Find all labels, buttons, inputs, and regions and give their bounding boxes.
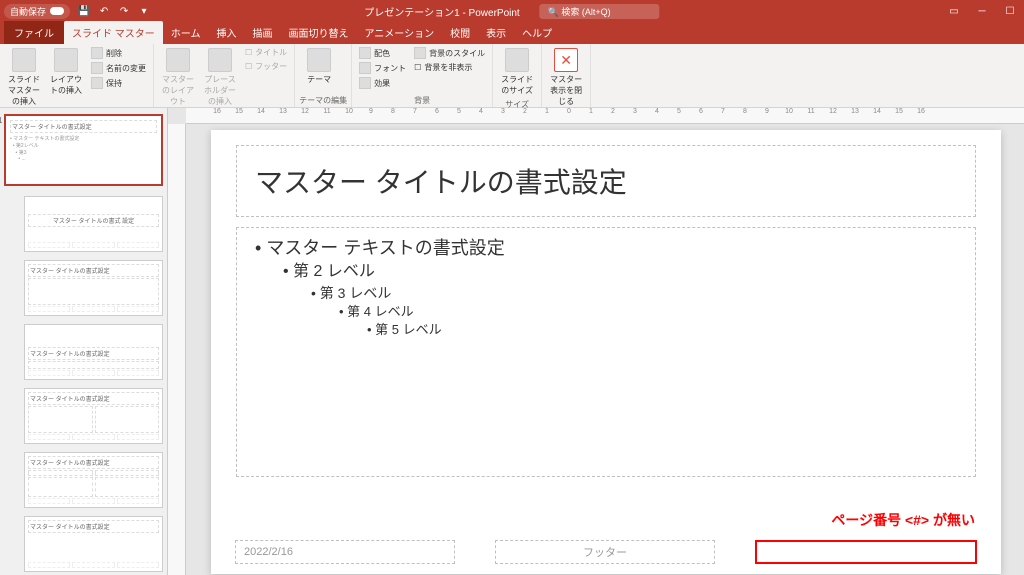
insert-layout-button[interactable]: レイアウトの挿入 xyxy=(46,46,86,98)
undo-icon[interactable]: ↶ xyxy=(96,3,112,19)
autosave-label: 自動保存 xyxy=(10,5,46,18)
effects-icon xyxy=(359,77,371,89)
thumb-layout-two-content[interactable]: マスター タイトルの書式設定 xyxy=(24,388,163,444)
search-placeholder: 検索 (Alt+Q) xyxy=(561,7,610,17)
tab-view[interactable]: 表示 xyxy=(478,21,514,44)
group-label-theme: テーマの編集 xyxy=(299,94,347,107)
rename-button[interactable]: 名前の変更 xyxy=(88,61,149,75)
tab-transitions[interactable]: 画面切り替え xyxy=(280,21,356,44)
effects-button[interactable]: 効果 xyxy=(356,76,409,90)
body-level-4: 第 4 レベル xyxy=(339,303,957,321)
themes-button[interactable]: テーマ xyxy=(299,46,339,87)
rename-icon xyxy=(91,62,103,74)
body-level-5: 第 5 レベル xyxy=(367,321,957,339)
body-level-1: マスター テキストの書式設定 xyxy=(255,236,957,261)
fonts-button[interactable]: フォント xyxy=(356,61,409,75)
minimize-icon[interactable]: ─ xyxy=(972,6,992,17)
bg-styles-icon xyxy=(414,47,426,59)
title-bar: 自動保存 💾 ↶ ↷ ▾ プレゼンテーション1 - PowerPoint 🔍 検… xyxy=(0,0,1024,22)
ribbon-display-icon[interactable]: ▭ xyxy=(944,6,964,17)
thumb-layout-title-slide[interactable]: マスター タイトルの書式 設定 xyxy=(24,196,163,252)
master-title-placeholder[interactable]: マスター タイトルの書式設定 xyxy=(236,145,976,217)
fonts-icon xyxy=(359,62,371,74)
title-checkbox: ☐ タイトル xyxy=(242,46,290,59)
page-number-placeholder[interactable] xyxy=(755,540,977,564)
delete-icon xyxy=(91,47,103,59)
slide-size-button[interactable]: スライドのサイズ xyxy=(497,46,537,98)
redo-icon[interactable]: ↷ xyxy=(116,3,132,19)
colors-button[interactable]: 配色 xyxy=(356,46,409,60)
footer-placeholder[interactable]: フッター xyxy=(495,540,715,564)
preserve-button[interactable]: 保持 xyxy=(88,76,149,90)
placeholder-icon xyxy=(208,48,232,72)
layout-icon xyxy=(54,48,78,72)
master-layout-button: マスターのレイアウト xyxy=(158,46,198,109)
tab-home[interactable]: ホーム xyxy=(163,21,209,44)
thumb-layout-comparison[interactable]: マスター タイトルの書式設定 xyxy=(24,452,163,508)
search-box[interactable]: 🔍 検索 (Alt+Q) xyxy=(540,4,660,19)
hide-bg-checkbox[interactable]: ☐ 背景を非表示 xyxy=(411,61,488,74)
close-master-button[interactable]: ✕ マスター表示を閉じる xyxy=(546,46,586,109)
ribbon-group-master-layout: マスターのレイアウト プレースホルダーの挿入 ☐ タイトル ☐ フッター マスタ… xyxy=(154,44,295,107)
toggle-pill-icon xyxy=(50,7,64,15)
autosave-toggle[interactable]: 自動保存 xyxy=(4,4,70,19)
slide-canvas-area: 1615141312111098765432101234567891011121… xyxy=(168,108,1024,575)
document-title: プレゼンテーション1 - PowerPoint xyxy=(364,4,519,19)
search-icon: 🔍 xyxy=(548,7,559,17)
tab-file[interactable]: ファイル xyxy=(4,21,64,44)
tab-review[interactable]: 校閲 xyxy=(442,21,478,44)
horizontal-ruler[interactable]: 1615141312111098765432101234567891011121… xyxy=(186,108,1024,124)
tab-draw[interactable]: 描画 xyxy=(244,21,280,44)
slide-master[interactable]: マスター タイトルの書式設定 マスター テキストの書式設定 第 2 レベル 第 … xyxy=(211,130,1001,574)
ribbon-group-background: 配色 フォント 効果 背景のスタイル ☐ 背景を非表示 背景 xyxy=(352,44,493,107)
annotation-text: ページ番号 <#> が無い xyxy=(831,510,975,530)
placeholder-insert-button: プレースホルダーの挿入 xyxy=(200,46,240,109)
quick-access-toolbar: 💾 ↶ ↷ ▾ xyxy=(76,3,152,19)
ribbon-group-theme: テーマ テーマの編集 xyxy=(295,44,352,107)
vertical-ruler[interactable] xyxy=(168,124,186,575)
save-icon[interactable]: 💾 xyxy=(76,3,92,19)
thumbnail-panel[interactable]: マスター タイトルの書式設定 • マスター テキストの書式設定 • 第2レベル … xyxy=(0,108,168,575)
bg-styles-button[interactable]: 背景のスタイル xyxy=(411,46,488,60)
footers-checkbox: ☐ フッター xyxy=(242,60,290,73)
themes-icon xyxy=(307,48,331,72)
maximize-icon[interactable]: ☐ xyxy=(1000,6,1020,17)
preserve-icon xyxy=(91,77,103,89)
dropdown-icon[interactable]: ▾ xyxy=(136,3,152,19)
thumb-layout-section-header[interactable]: マスター タイトルの書式設定 xyxy=(24,324,163,380)
master-layout-icon xyxy=(166,48,190,72)
tab-slide-master[interactable]: スライド マスター xyxy=(64,21,163,44)
thumb-layout-title-only[interactable]: マスター タイトルの書式設定 xyxy=(24,516,163,572)
delete-button[interactable]: 削除 xyxy=(88,46,149,60)
body-level-3: 第 3 レベル xyxy=(311,284,957,304)
colors-icon xyxy=(359,47,371,59)
tab-animations[interactable]: アニメーション xyxy=(356,21,442,44)
editor-area: マスター タイトルの書式設定 • マスター テキストの書式設定 • 第2レベル … xyxy=(0,108,1024,575)
master-body-placeholder[interactable]: マスター テキストの書式設定 第 2 レベル 第 3 レベル 第 4 レベル 第… xyxy=(236,227,976,477)
tab-insert[interactable]: 挿入 xyxy=(208,21,244,44)
body-level-2: 第 2 レベル xyxy=(283,261,957,283)
ribbon-group-close: ✕ マスター表示を閉じる 閉じる xyxy=(542,44,591,107)
thumb-master[interactable]: マスター タイトルの書式設定 • マスター テキストの書式設定 • 第2レベル … xyxy=(4,114,163,186)
ribbon-tabs: ファイル スライド マスター ホーム 挿入 描画 画面切り替え アニメーション … xyxy=(0,22,1024,44)
tab-help[interactable]: ヘルプ xyxy=(514,21,560,44)
ribbon-group-size: スライドのサイズ サイズ xyxy=(493,44,542,107)
ribbon: スライド マスターの挿入 レイアウトの挿入 削除 名前の変更 保持 マスターの編… xyxy=(0,44,1024,108)
insert-slide-master-button[interactable]: スライド マスターの挿入 xyxy=(4,46,44,109)
thumb-layout-title-content[interactable]: マスター タイトルの書式設定 xyxy=(24,260,163,316)
slide-master-icon xyxy=(12,48,36,72)
ribbon-group-master-edit: スライド マスターの挿入 レイアウトの挿入 削除 名前の変更 保持 マスターの編… xyxy=(0,44,154,107)
group-label-bg: 背景 xyxy=(356,94,488,107)
slide-size-icon xyxy=(505,48,529,72)
date-placeholder[interactable]: 2022/2/16 xyxy=(235,540,455,564)
close-master-icon: ✕ xyxy=(554,48,578,72)
